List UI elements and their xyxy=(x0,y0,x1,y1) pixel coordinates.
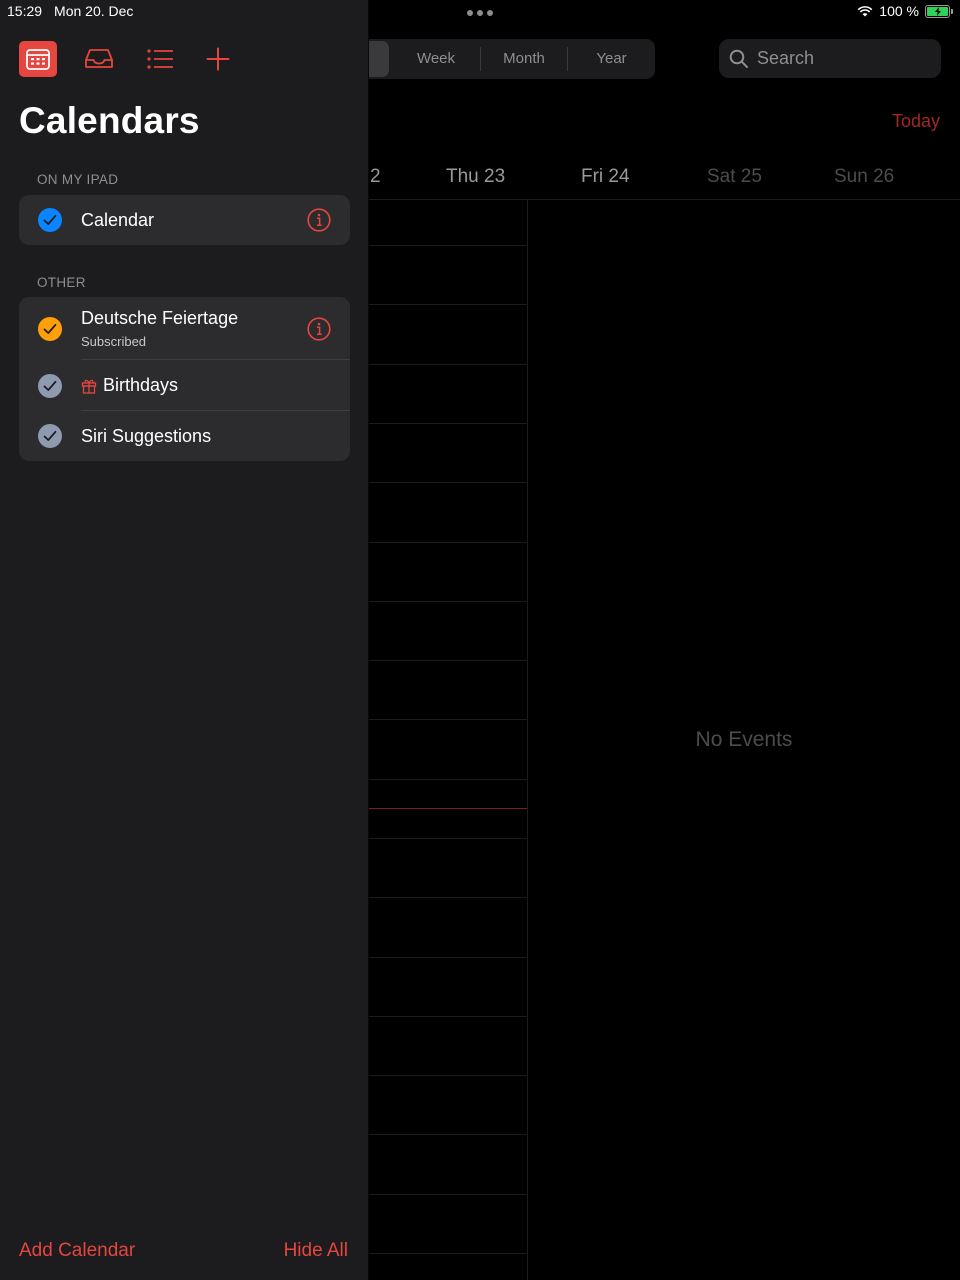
day-header[interactable]: Sun 26 xyxy=(834,166,894,188)
hour-rule xyxy=(369,245,527,246)
checkmark-icon[interactable] xyxy=(38,373,62,398)
calendars-sidebar: 15:29 Mon 20. Dec Calendars ON MY IPAD C… xyxy=(0,0,369,1280)
calendar-row-calendar[interactable]: Calendar xyxy=(19,195,350,245)
section-label-other: OTHER xyxy=(37,275,86,290)
hour-rule xyxy=(369,957,527,958)
hour-rule xyxy=(369,838,527,839)
hour-rule xyxy=(369,1194,527,1195)
segment-year[interactable]: Year xyxy=(574,39,649,79)
list-view-button[interactable] xyxy=(141,41,179,77)
view-segmented-control: Week Month Year xyxy=(329,39,655,79)
wifi-icon xyxy=(857,6,873,17)
today-button[interactable]: Today xyxy=(892,111,940,132)
hour-rule xyxy=(369,1253,527,1254)
inbox-button[interactable] xyxy=(80,41,118,77)
calendar-group-on-my-ipad: Calendar xyxy=(19,195,350,245)
inbox-tray-icon xyxy=(85,49,113,68)
info-icon[interactable] xyxy=(307,316,331,341)
calendars-toggle-button[interactable] xyxy=(19,41,57,77)
add-calendar-button[interactable]: Add Calendar xyxy=(19,1240,135,1262)
plus-icon xyxy=(206,47,230,71)
calendar-row-siri-suggestions[interactable]: Siri Suggestions xyxy=(19,411,350,461)
calendar-name: Deutsche Feiertage xyxy=(81,308,239,328)
day-header[interactable]: Sat 25 xyxy=(707,166,762,188)
checkmark-icon[interactable] xyxy=(38,424,62,448)
add-event-button[interactable] xyxy=(199,41,237,77)
multitasking-dots-icon[interactable] xyxy=(467,10,493,16)
day-header[interactable]: 2 xyxy=(370,166,381,188)
hour-rule xyxy=(369,542,527,543)
status-bar-left: 15:29 Mon 20. Dec xyxy=(7,3,133,19)
day-header[interactable]: Thu 23 xyxy=(446,166,505,188)
calendar-row-deutsche-feiertage[interactable]: Deutsche Feiertage Subscribed xyxy=(19,297,350,360)
hour-rule xyxy=(369,364,527,365)
calendar-icon xyxy=(26,49,50,70)
battery-icon xyxy=(925,4,953,18)
list-icon xyxy=(147,49,173,69)
status-date: Mon 20. Dec xyxy=(54,3,134,19)
info-icon[interactable] xyxy=(307,208,331,232)
hour-rule xyxy=(369,1016,527,1017)
segment-month[interactable]: Month xyxy=(484,39,564,79)
calendar-row-birthdays[interactable]: Birthdays xyxy=(19,360,350,411)
hour-rule xyxy=(369,423,527,424)
calendar-name: Calendar xyxy=(81,209,155,230)
hour-rule xyxy=(369,719,527,720)
day-header[interactable]: Fri 24 xyxy=(581,166,630,188)
section-label-on-my-ipad: ON MY IPAD xyxy=(37,172,119,187)
checkmark-icon[interactable] xyxy=(38,208,62,232)
hour-rule xyxy=(369,1075,527,1076)
gift-icon xyxy=(81,378,97,394)
sidebar-title: Calendars xyxy=(19,100,200,141)
calendar-name: Birthdays xyxy=(103,375,179,395)
battery-percentage: 100 % xyxy=(879,3,919,19)
calendar-subtitle: Subscribed xyxy=(81,334,147,349)
search-placeholder: Search xyxy=(757,48,815,68)
current-time-line xyxy=(369,808,527,809)
no-events-label: No Events xyxy=(695,728,793,751)
search-icon xyxy=(729,49,748,68)
calendar-name: Siri Suggestions xyxy=(81,425,212,446)
status-bar-right: 100 % xyxy=(857,3,953,19)
hour-rule xyxy=(369,660,527,661)
checkmark-icon[interactable] xyxy=(38,316,62,341)
status-time: 15:29 xyxy=(7,3,43,19)
hide-all-button[interactable]: Hide All xyxy=(284,1240,348,1262)
hour-rule xyxy=(369,601,527,602)
hour-rule xyxy=(369,1134,527,1135)
calendar-group-other: Deutsche Feiertage Subscribed Birthdays … xyxy=(19,297,350,461)
hour-rule xyxy=(369,779,527,780)
hour-rule xyxy=(369,482,527,483)
hour-rule xyxy=(369,897,527,898)
search-field[interactable]: Search xyxy=(719,39,941,78)
segment-week[interactable]: Week xyxy=(400,39,472,79)
header-divider xyxy=(369,199,960,200)
hour-rule xyxy=(369,304,527,305)
